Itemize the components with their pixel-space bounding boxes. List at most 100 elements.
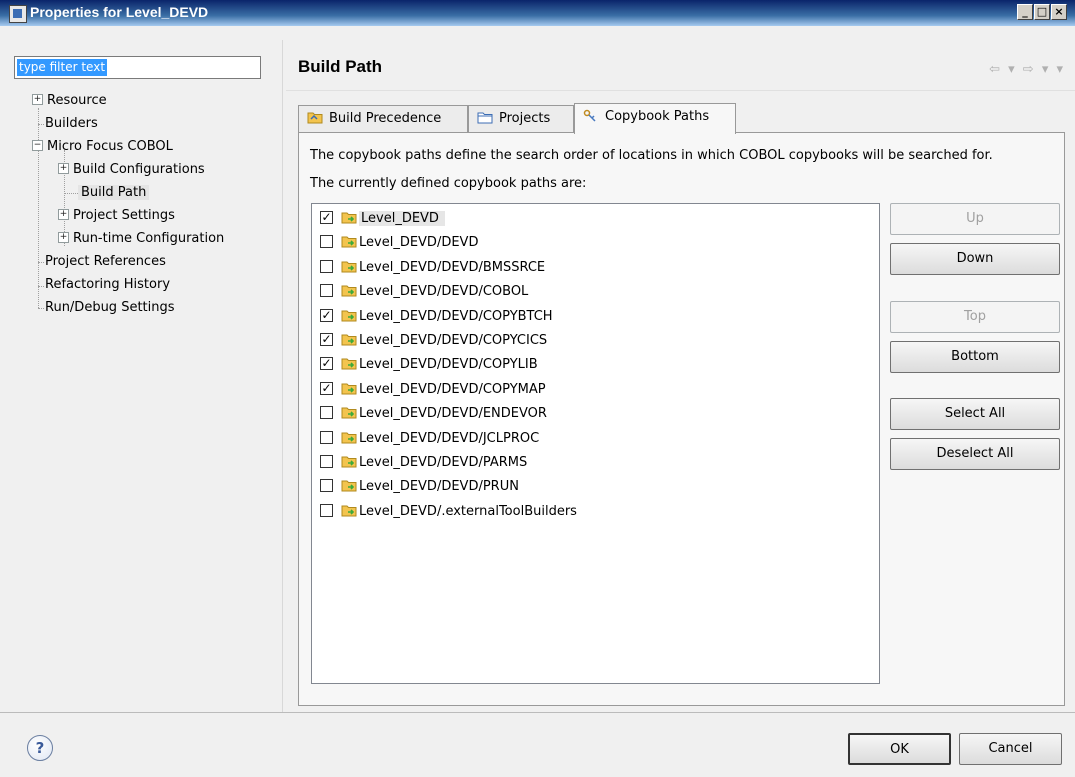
copybook-paths-list[interactable]: ✓ Level_DEVD Level_DEVD/DEVD Level_DEVD/DEV…: [311, 203, 880, 684]
history-nav[interactable]: ⇦ ▾ ⇨ ▾ ▾: [989, 62, 1065, 77]
copybook-path-item[interactable]: Level_DEVD/DEVD: [320, 232, 478, 254]
copybook-path-item[interactable]: Level_DEVD/DEVD/PARMS: [320, 452, 527, 474]
copybook-path-item[interactable]: ✓ Level_DEVD/DEVD/COPYLIB: [320, 354, 538, 376]
select-all-button[interactable]: Select All: [890, 398, 1060, 430]
copybook-path-label: Level_DEVD/DEVD/PRUN: [359, 479, 519, 495]
copybook-path-label: Level_DEVD/DEVD/COPYCICS: [359, 333, 548, 348]
copybook-path-item[interactable]: Level_DEVD/.externalToolBuilders: [320, 501, 577, 523]
projects-icon: [477, 112, 493, 124]
expand-icon[interactable]: +: [32, 94, 43, 105]
deselect-all-button[interactable]: Deselect All: [890, 438, 1060, 470]
checkbox-unchecked[interactable]: [320, 235, 333, 249]
checkbox-checked[interactable]: ✓: [320, 333, 333, 346]
tree-item-build-configurations[interactable]: + Build Configurations: [58, 160, 205, 180]
tree-item-builders[interactable]: Builders: [45, 114, 98, 134]
expand-icon[interactable]: +: [58, 163, 69, 174]
tree-item-project-references[interactable]: Project References: [45, 252, 166, 272]
tree-item-label: Run/Debug Settings: [45, 300, 175, 315]
ok-button[interactable]: OK: [848, 733, 951, 765]
source-folder-icon: [341, 432, 357, 444]
checkbox-unchecked[interactable]: [320, 430, 333, 444]
checkbox-checked[interactable]: ✓: [320, 357, 333, 371]
copybook-path-label: Level_DEVD/DEVD/COBOL: [359, 284, 529, 300]
properties-dialog: Properties for Level_DEVD _ □ × type fil…: [0, 0, 1075, 777]
copybook-path-item[interactable]: ✓ Level_DEVD/DEVD/COPYBTCH: [320, 306, 553, 328]
tree-item-label: Micro Focus COBOL: [47, 139, 173, 154]
button-label: Up: [966, 211, 984, 226]
checkbox-unchecked[interactable]: [320, 406, 333, 420]
tab-label: Build Precedence: [329, 111, 442, 126]
window-title: Properties for Level_DEVD: [30, 4, 209, 20]
copybook-path-item[interactable]: ✓ Level_DEVD: [320, 208, 445, 230]
copybook-path-label: Level_DEVD/DEVD/COPYLIB: [359, 357, 538, 373]
tree-item-label: Project References: [45, 254, 166, 269]
source-folder-icon: [341, 261, 357, 273]
checkbox-checked[interactable]: ✓: [320, 211, 333, 224]
filter-input[interactable]: type filter text: [14, 56, 261, 79]
tree-item-label: Run-time Configuration: [73, 231, 225, 246]
copybook-path-item[interactable]: Level_DEVD/DEVD/ENDEVOR: [320, 403, 547, 425]
expand-icon[interactable]: +: [58, 209, 69, 220]
maximize-button[interactable]: □: [1034, 4, 1050, 20]
tree-item-project-settings[interactable]: + Project Settings: [58, 206, 175, 226]
copybook-path-item[interactable]: ✓ Level_DEVD/DEVD/COPYCICS: [320, 330, 547, 352]
tab-projects[interactable]: Projects: [468, 105, 574, 133]
tree-item-label: Builders: [45, 116, 98, 131]
source-folder-icon: [341, 310, 357, 322]
checkbox-unchecked[interactable]: [320, 259, 333, 273]
cancel-button[interactable]: Cancel: [959, 733, 1062, 765]
button-label: Down: [956, 251, 994, 266]
checkbox-checked[interactable]: ✓: [320, 381, 333, 395]
checkbox-unchecked[interactable]: [320, 503, 333, 517]
source-folder-icon: [341, 236, 357, 248]
tree-line: [38, 124, 44, 125]
checkbox-unchecked[interactable]: [320, 284, 333, 298]
tree-item-refactoring-history[interactable]: Refactoring History: [45, 275, 170, 295]
source-folder-icon: [341, 358, 357, 370]
tree-item-label: Build Configurations: [73, 162, 205, 177]
tree-item-build-path[interactable]: Build Path: [78, 183, 150, 203]
expand-icon[interactable]: +: [58, 232, 69, 243]
close-button[interactable]: ×: [1051, 4, 1067, 20]
copybook-path-item[interactable]: ✓ Level_DEVD/DEVD/COPYMAP: [320, 379, 546, 401]
tree-item-label: Resource: [47, 93, 107, 108]
source-folder-icon: [341, 407, 357, 419]
tree-item-runtime-configuration[interactable]: + Run-time Configuration: [58, 229, 224, 249]
tree-item-resource[interactable]: + Resource: [32, 91, 107, 111]
copybook-path-label: Level_DEVD: [359, 211, 445, 226]
help-icon[interactable]: ?: [27, 735, 53, 761]
tab-build-precedence[interactable]: Build Precedence: [298, 105, 468, 133]
source-folder-icon: [341, 285, 357, 297]
tree-item-run-debug-settings[interactable]: Run/Debug Settings: [45, 298, 175, 318]
copybook-paths-icon: [583, 109, 596, 122]
source-folder-icon: [341, 480, 357, 492]
copybook-path-label: Level_DEVD/DEVD/ENDEVOR: [359, 406, 547, 422]
build-precedence-icon: [307, 112, 323, 124]
button-label: Top: [964, 309, 986, 324]
checkbox-unchecked[interactable]: [320, 455, 333, 468]
checkbox-unchecked[interactable]: [320, 479, 333, 493]
top-button[interactable]: Top: [890, 301, 1060, 333]
tree-item-label: Build Path: [78, 185, 150, 200]
bottom-button[interactable]: Bottom: [890, 341, 1060, 373]
tree-item-micro-focus-cobol[interactable]: − Micro Focus COBOL: [32, 137, 173, 157]
tree-line: [38, 286, 44, 287]
pane-divider[interactable]: [282, 40, 283, 712]
copybook-path-item[interactable]: Level_DEVD/DEVD/COBOL: [320, 281, 528, 303]
source-folder-icon: [341, 505, 357, 517]
copybook-path-label: Level_DEVD/DEVD/COPYBTCH: [359, 308, 553, 324]
copybook-path-item[interactable]: Level_DEVD/DEVD/PRUN: [320, 476, 519, 498]
up-button[interactable]: Up: [890, 203, 1060, 235]
tab-copybook-paths[interactable]: Copybook Paths: [574, 103, 736, 134]
source-folder-icon: [341, 456, 357, 468]
copybook-path-label: Level_DEVD/DEVD/COPYMAP: [359, 381, 546, 397]
copybook-path-item[interactable]: Level_DEVD/DEVD/BMSSRCE: [320, 257, 545, 279]
title-bar[interactable]: Properties for Level_DEVD _ □ ×: [0, 0, 1075, 26]
copybook-path-item[interactable]: Level_DEVD/DEVD/JCLPROC: [320, 428, 539, 450]
checkbox-checked[interactable]: ✓: [320, 308, 333, 322]
minimize-button[interactable]: _: [1017, 4, 1033, 20]
down-button[interactable]: Down: [890, 243, 1060, 275]
copybook-path-label: Level_DEVD/.externalToolBuilders: [359, 503, 577, 519]
button-label: Bottom: [951, 349, 999, 364]
collapse-icon[interactable]: −: [32, 140, 43, 151]
